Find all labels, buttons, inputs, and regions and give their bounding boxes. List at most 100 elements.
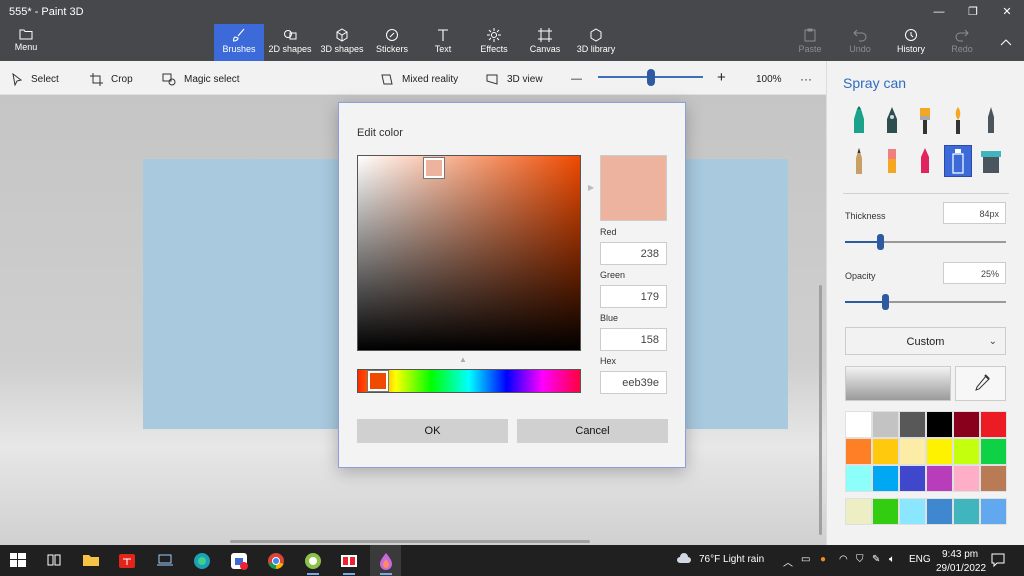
eyedropper-button[interactable] xyxy=(955,366,1006,401)
tab-canvas[interactable]: Canvas xyxy=(526,24,564,61)
color-swatch[interactable] xyxy=(980,498,1007,525)
color-swatch[interactable] xyxy=(872,438,899,465)
language-indicator[interactable]: ENG xyxy=(909,554,931,565)
color-swatch[interactable] xyxy=(845,465,872,492)
tab-2d-shapes[interactable]: 2D shapes xyxy=(266,24,314,61)
color-swatch[interactable] xyxy=(899,465,926,492)
calendar-app-button[interactable] xyxy=(230,552,248,570)
hex-input[interactable]: eeb39e xyxy=(600,371,667,394)
hue-slider-handle[interactable] xyxy=(367,370,389,392)
color-swatch[interactable] xyxy=(953,411,980,438)
tab-stickers[interactable]: Stickers xyxy=(370,24,414,61)
tab-3d-shapes[interactable]: 3D shapes xyxy=(318,24,366,61)
marker-brush[interactable] xyxy=(845,105,873,137)
color-swatch[interactable] xyxy=(980,411,1007,438)
laptop-app-button[interactable] xyxy=(156,552,174,570)
eraser-brush[interactable] xyxy=(878,145,906,177)
vertical-scrollbar[interactable] xyxy=(819,285,822,535)
crop-button[interactable]: Crop xyxy=(90,71,133,87)
battery-icon[interactable]: ▭ xyxy=(801,554,810,565)
tab-text[interactable]: Text xyxy=(422,24,464,61)
thickness-slider[interactable] xyxy=(845,234,1006,250)
green-input[interactable]: 179 xyxy=(600,285,667,308)
history-button[interactable]: History xyxy=(894,24,928,61)
color-picker-handle[interactable] xyxy=(423,157,445,179)
tab-effects[interactable]: Effects xyxy=(474,24,514,61)
opacity-slider-thumb[interactable] xyxy=(882,294,890,310)
jt-app-button[interactable] xyxy=(118,552,136,570)
task-view-button[interactable] xyxy=(46,552,64,570)
color-swatch[interactable] xyxy=(926,438,953,465)
notification-icon[interactable] xyxy=(991,553,1005,567)
maximize-button[interactable]: ❐ xyxy=(956,0,990,24)
file-explorer-button[interactable] xyxy=(82,552,100,570)
minimize-button[interactable]: — xyxy=(922,0,956,24)
current-color-swatch[interactable] xyxy=(845,366,951,401)
color-swatch[interactable] xyxy=(872,498,899,525)
clock-time[interactable]: 9:43 pm xyxy=(942,549,978,560)
color-swatch[interactable] xyxy=(899,438,926,465)
cancel-button[interactable]: Cancel xyxy=(517,419,668,443)
app-button-green[interactable] xyxy=(304,552,322,575)
chrome-browser-button[interactable] xyxy=(267,552,285,570)
zoom-slider-thumb[interactable] xyxy=(646,69,655,86)
thickness-input[interactable]: 84px xyxy=(943,202,1006,224)
menu-button[interactable]: Menu xyxy=(4,24,48,61)
calligraphy-pen-brush[interactable] xyxy=(878,105,906,137)
color-swatch[interactable] xyxy=(845,498,872,525)
security-shield-icon[interactable]: ⛉ xyxy=(856,554,864,565)
weather-label[interactable]: 76°F Light rain xyxy=(699,554,764,565)
zoom-in-button[interactable]: + xyxy=(717,69,726,86)
magic-select-button[interactable]: Magic select xyxy=(162,71,240,87)
select-button[interactable]: Select xyxy=(12,71,59,87)
redo-button[interactable]: Redo xyxy=(948,24,976,61)
pixel-pen-brush[interactable] xyxy=(977,105,1005,137)
mixed-reality-button[interactable]: Mixed reality xyxy=(380,71,458,87)
color-swatch[interactable] xyxy=(872,465,899,492)
horizontal-scrollbar[interactable] xyxy=(230,540,590,543)
color-swatch[interactable] xyxy=(980,465,1007,492)
color-swatch[interactable] xyxy=(953,498,980,525)
collapse-ribbon-button[interactable] xyxy=(994,24,1018,61)
pencil-brush[interactable] xyxy=(845,145,873,177)
undo-button[interactable]: Undo xyxy=(846,24,874,61)
ok-button[interactable]: OK xyxy=(357,419,508,443)
fill-brush[interactable] xyxy=(977,145,1005,177)
opacity-input[interactable]: 25% xyxy=(943,262,1006,284)
color-swatch[interactable] xyxy=(845,411,872,438)
more-options-button[interactable]: ··· xyxy=(800,71,812,87)
app-button-grid[interactable] xyxy=(340,552,358,575)
color-swatch[interactable] xyxy=(926,465,953,492)
color-dropdown[interactable]: Custom ⌄ xyxy=(845,327,1006,355)
chevron-up-icon[interactable]: ︿ xyxy=(783,554,793,569)
paint-3d-taskbar-button[interactable] xyxy=(377,552,395,575)
windows-start-button[interactable] xyxy=(10,552,28,570)
watercolor-brush[interactable] xyxy=(944,105,972,137)
color-swatch[interactable] xyxy=(845,438,872,465)
color-swatch[interactable] xyxy=(953,465,980,492)
color-swatch[interactable] xyxy=(899,411,926,438)
pen-icon[interactable]: ✎ xyxy=(872,554,880,565)
spray-can-brush[interactable] xyxy=(944,145,972,177)
thickness-slider-thumb[interactable] xyxy=(877,234,885,250)
color-swatch[interactable] xyxy=(926,411,953,438)
color-swatch[interactable] xyxy=(899,498,926,525)
clock-date[interactable]: 29/01/2022 xyxy=(936,563,986,574)
tab-brushes[interactable]: Brushes xyxy=(214,24,264,61)
blue-input[interactable]: 158 xyxy=(600,328,667,351)
wifi-icon[interactable]: ◠ xyxy=(839,554,848,565)
color-swatch[interactable] xyxy=(872,411,899,438)
red-input[interactable]: 238 xyxy=(600,242,667,265)
close-button[interactable]: ✕ xyxy=(990,0,1024,24)
opacity-slider[interactable] xyxy=(845,294,1006,310)
paste-button[interactable]: Paste xyxy=(796,24,824,61)
color-swatch[interactable] xyxy=(980,438,1007,465)
3d-view-button[interactable]: 3D view xyxy=(486,71,543,87)
crayon-brush[interactable] xyxy=(911,145,939,177)
saturation-value-picker[interactable] xyxy=(357,155,581,351)
tab-3d-library[interactable]: 3D library xyxy=(574,24,618,61)
oil-brush[interactable] xyxy=(911,105,939,137)
color-swatch[interactable] xyxy=(926,498,953,525)
hue-slider[interactable] xyxy=(357,369,581,393)
zoom-out-button[interactable]: — xyxy=(571,71,582,87)
